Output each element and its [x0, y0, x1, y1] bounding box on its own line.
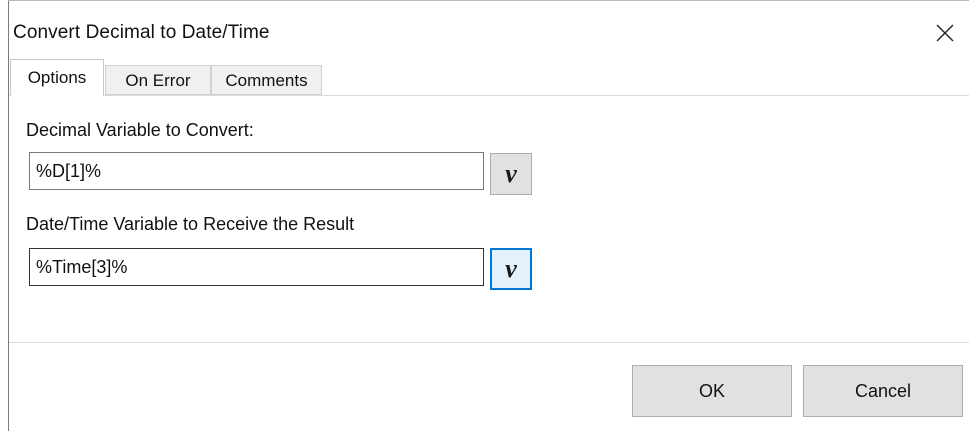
dialog-left-border — [8, 0, 9, 431]
decimal-variable-input[interactable] — [29, 152, 484, 190]
dialog-top-border — [8, 0, 969, 1]
datetime-variable-picker-button[interactable]: v — [490, 248, 532, 290]
tab-options[interactable]: Options — [10, 59, 104, 96]
close-button[interactable] — [930, 18, 960, 48]
close-icon — [936, 24, 954, 42]
datetime-variable-label: Date/Time Variable to Receive the Result — [26, 214, 355, 234]
dialog-title: Convert Decimal to Date/Time — [13, 22, 270, 43]
tab-separator — [9, 95, 969, 96]
decimal-variable-label: Decimal Variable to Convert: — [26, 120, 254, 140]
cancel-button[interactable]: Cancel — [803, 365, 963, 417]
ok-button[interactable]: OK — [632, 365, 792, 417]
decimal-variable-picker-button[interactable]: v — [490, 153, 532, 195]
datetime-variable-input[interactable] — [29, 248, 484, 286]
tab-comments[interactable]: Comments — [211, 65, 322, 95]
footer-separator — [9, 342, 969, 343]
convert-decimal-dialog: Convert Decimal to Date/Time Options On … — [0, 0, 969, 431]
tab-on-error[interactable]: On Error — [105, 65, 211, 95]
